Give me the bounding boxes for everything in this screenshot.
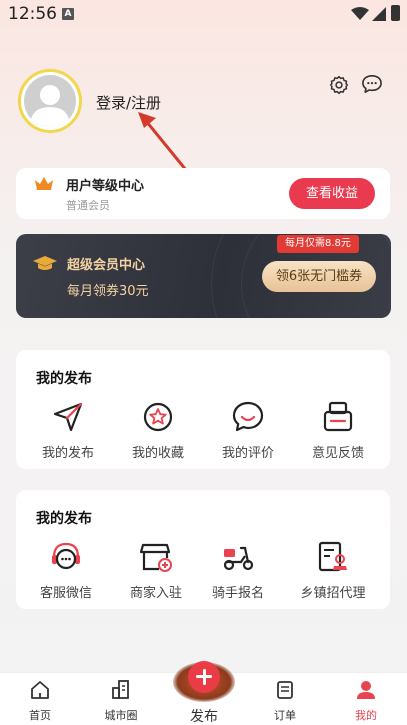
star-circle-icon <box>143 402 173 432</box>
menu-township-agent[interactable]: 乡镇招代理 <box>288 540 378 601</box>
headset-chat-icon <box>52 542 80 570</box>
tab-label: 订单 <box>274 709 296 722</box>
menu-label: 我的发布 <box>41 446 94 461</box>
menu-label: 我的收藏 <box>131 446 184 461</box>
order-list-icon <box>277 681 293 699</box>
member-level-text: 普通会员 <box>66 199 110 212</box>
crown-icon <box>35 177 53 190</box>
tab-orders[interactable]: 订单 <box>255 679 315 723</box>
vip-price-tag: 每月仅需8.8元 <box>277 235 359 253</box>
menu-label: 客服微信 <box>39 586 92 601</box>
status-bar: 12:56 A <box>0 0 407 30</box>
menu-merchant-join[interactable]: 商家入驻 <box>111 540 201 601</box>
agent-badge-icon <box>318 541 347 572</box>
store-add-icon <box>139 543 172 572</box>
wifi-icon <box>351 7 369 20</box>
section-title: 我的发布 <box>36 511 92 527</box>
tab-publish[interactable]: 发布 <box>173 650 235 725</box>
my-posts-section: 我的发布 我的发布 我的收藏 我的评价 意见反馈 <box>16 350 390 469</box>
vip-center-title: 超级会员中心 <box>67 258 146 273</box>
chat-bubble-icon[interactable] <box>361 74 383 94</box>
services-section: 我的发布 客服微信 商家入驻 骑手报名 乡镇招代理 <box>16 490 390 609</box>
menu-label: 商家入驻 <box>129 586 182 601</box>
user-level-card[interactable]: 用户等级中心 普通会员 查看收益 <box>16 168 390 219</box>
super-vip-card[interactable]: 超级会员中心 每月领券30元 每月仅需8.8元 领6张无门槛券 <box>16 234 391 318</box>
tab-home[interactable]: 首页 <box>10 679 70 723</box>
menu-rider-signup[interactable]: 骑手报名 <box>193 540 283 601</box>
level-center-title: 用户等级中心 <box>66 179 145 194</box>
status-time: 12:56 <box>8 4 57 24</box>
tab-mine[interactable]: 我的 <box>336 679 396 723</box>
paper-plane-icon <box>53 402 83 432</box>
menu-label: 我的评价 <box>221 446 274 461</box>
feedback-tray-icon <box>323 401 353 432</box>
annotation-arrow <box>138 112 188 172</box>
menu-customer-service-wechat[interactable]: 客服微信 <box>21 540 111 601</box>
view-earnings-button[interactable]: 查看收益 <box>289 178 375 209</box>
menu-feedback[interactable]: 意见反馈 <box>293 400 383 461</box>
tab-label: 首页 <box>29 709 51 722</box>
claim-coupons-button[interactable]: 领6张无门槛券 <box>262 261 376 292</box>
tab-label: 城市圈 <box>104 709 138 722</box>
battery-icon <box>391 5 400 21</box>
tab-label: 我的 <box>355 709 377 722</box>
home-icon <box>31 681 49 699</box>
signal-icon <box>372 7 386 21</box>
notification-icon: A <box>62 8 74 20</box>
default-avatar-icon <box>30 85 70 127</box>
graduation-cap-icon <box>33 256 57 270</box>
menu-my-reviews[interactable]: 我的评价 <box>203 400 293 461</box>
menu-my-posts[interactable]: 我的发布 <box>23 400 113 461</box>
menu-my-favorites[interactable]: 我的收藏 <box>113 400 203 461</box>
tab-city-circle[interactable]: 城市圈 <box>91 679 151 723</box>
menu-label: 意见反馈 <box>311 446 364 461</box>
user-icon <box>357 681 375 699</box>
menu-label: 乡镇招代理 <box>300 586 366 601</box>
vip-coupon-text: 每月领券30元 <box>67 284 149 299</box>
scooter-icon <box>223 546 254 571</box>
plus-icon <box>188 661 220 693</box>
city-icon <box>112 680 129 699</box>
avatar[interactable] <box>18 69 82 133</box>
menu-label: 骑手报名 <box>211 586 264 601</box>
tab-label: 发布 <box>190 709 218 725</box>
gear-icon[interactable] <box>329 75 349 95</box>
smile-bubble-icon <box>232 401 264 432</box>
section-title: 我的发布 <box>36 371 92 387</box>
